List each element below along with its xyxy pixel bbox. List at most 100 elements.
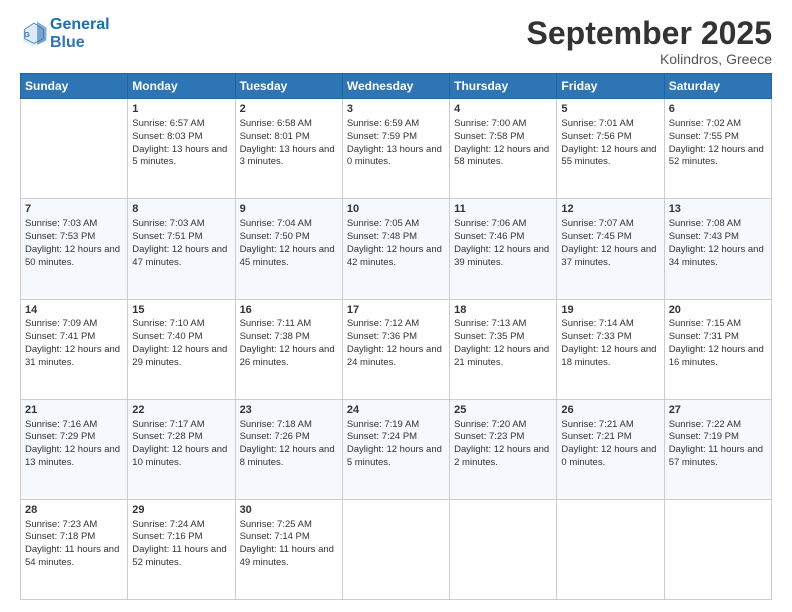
subtitle: Kolindros, Greece (527, 51, 772, 67)
logo-blue: Blue (50, 34, 110, 52)
sunrise-text: Sunrise: 7:14 AM (561, 318, 633, 329)
daylight-text: Daylight: 12 hours and 26 minutes. (240, 344, 335, 368)
sunset-text: Sunset: 7:40 PM (132, 331, 202, 342)
logo-text-block: General Blue (50, 16, 110, 51)
daylight-text: Daylight: 12 hours and 31 minutes. (25, 344, 120, 368)
table-row: 6Sunrise: 7:02 AMSunset: 7:55 PMDaylight… (664, 99, 771, 199)
day-number: 13 (669, 202, 767, 217)
sunset-text: Sunset: 7:31 PM (669, 331, 739, 342)
table-row: 13Sunrise: 7:08 AMSunset: 7:43 PMDayligh… (664, 199, 771, 299)
daylight-text: Daylight: 12 hours and 50 minutes. (25, 244, 120, 268)
svg-text:G: G (24, 30, 30, 39)
sunrise-text: Sunrise: 6:58 AM (240, 118, 312, 129)
sunset-text: Sunset: 7:23 PM (454, 431, 524, 442)
sunset-text: Sunset: 7:26 PM (240, 431, 310, 442)
table-row: 24Sunrise: 7:19 AMSunset: 7:24 PMDayligh… (342, 399, 449, 499)
daylight-text: Daylight: 12 hours and 0 minutes. (561, 444, 656, 468)
month-title: September 2025 (527, 16, 772, 51)
sunrise-text: Sunrise: 7:09 AM (25, 318, 97, 329)
sunrise-text: Sunrise: 7:19 AM (347, 419, 419, 430)
day-number: 8 (132, 202, 230, 217)
day-number: 26 (561, 403, 659, 418)
day-number: 29 (132, 503, 230, 518)
sunrise-text: Sunrise: 6:57 AM (132, 118, 204, 129)
table-row: 4Sunrise: 7:00 AMSunset: 7:58 PMDaylight… (450, 99, 557, 199)
sunrise-text: Sunrise: 7:24 AM (132, 519, 204, 530)
sunset-text: Sunset: 7:36 PM (347, 331, 417, 342)
day-number: 18 (454, 303, 552, 318)
day-number: 21 (25, 403, 123, 418)
sunset-text: Sunset: 7:43 PM (669, 231, 739, 242)
table-row: 11Sunrise: 7:06 AMSunset: 7:46 PMDayligh… (450, 199, 557, 299)
day-number: 20 (669, 303, 767, 318)
col-friday: Friday (557, 74, 664, 99)
table-row: 12Sunrise: 7:07 AMSunset: 7:45 PMDayligh… (557, 199, 664, 299)
day-number: 28 (25, 503, 123, 518)
sunset-text: Sunset: 7:18 PM (25, 531, 95, 542)
sunset-text: Sunset: 7:45 PM (561, 231, 631, 242)
sunrise-text: Sunrise: 7:20 AM (454, 419, 526, 430)
table-row: 9Sunrise: 7:04 AMSunset: 7:50 PMDaylight… (235, 199, 342, 299)
table-row: 18Sunrise: 7:13 AMSunset: 7:35 PMDayligh… (450, 299, 557, 399)
sunrise-text: Sunrise: 7:12 AM (347, 318, 419, 329)
sunset-text: Sunset: 7:38 PM (240, 331, 310, 342)
day-number: 5 (561, 102, 659, 117)
daylight-text: Daylight: 12 hours and 16 minutes. (669, 344, 764, 368)
day-number: 12 (561, 202, 659, 217)
sunset-text: Sunset: 7:53 PM (25, 231, 95, 242)
daylight-text: Daylight: 12 hours and 13 minutes. (25, 444, 120, 468)
daylight-text: Daylight: 13 hours and 0 minutes. (347, 144, 442, 168)
col-thursday: Thursday (450, 74, 557, 99)
calendar-week-row: 1Sunrise: 6:57 AMSunset: 8:03 PMDaylight… (21, 99, 772, 199)
table-row: 1Sunrise: 6:57 AMSunset: 8:03 PMDaylight… (128, 99, 235, 199)
col-tuesday: Tuesday (235, 74, 342, 99)
sunrise-text: Sunrise: 7:04 AM (240, 218, 312, 229)
sunset-text: Sunset: 7:33 PM (561, 331, 631, 342)
sunset-text: Sunset: 7:48 PM (347, 231, 417, 242)
day-number: 15 (132, 303, 230, 318)
day-number: 11 (454, 202, 552, 217)
sunset-text: Sunset: 7:46 PM (454, 231, 524, 242)
table-row: 5Sunrise: 7:01 AMSunset: 7:56 PMDaylight… (557, 99, 664, 199)
calendar-week-row: 14Sunrise: 7:09 AMSunset: 7:41 PMDayligh… (21, 299, 772, 399)
sunrise-text: Sunrise: 7:17 AM (132, 419, 204, 430)
sunrise-text: Sunrise: 7:02 AM (669, 118, 741, 129)
col-monday: Monday (128, 74, 235, 99)
sunrise-text: Sunrise: 7:18 AM (240, 419, 312, 430)
table-row: 21Sunrise: 7:16 AMSunset: 7:29 PMDayligh… (21, 399, 128, 499)
col-wednesday: Wednesday (342, 74, 449, 99)
daylight-text: Daylight: 12 hours and 2 minutes. (454, 444, 549, 468)
sunrise-text: Sunrise: 7:00 AM (454, 118, 526, 129)
daylight-text: Daylight: 12 hours and 24 minutes. (347, 344, 442, 368)
sunset-text: Sunset: 7:16 PM (132, 531, 202, 542)
daylight-text: Daylight: 12 hours and 47 minutes. (132, 244, 227, 268)
daylight-text: Daylight: 12 hours and 21 minutes. (454, 344, 549, 368)
table-row (557, 499, 664, 599)
day-number: 22 (132, 403, 230, 418)
sunrise-text: Sunrise: 7:05 AM (347, 218, 419, 229)
daylight-text: Daylight: 12 hours and 34 minutes. (669, 244, 764, 268)
page: G General Blue September 2025 Kolindros,… (0, 0, 792, 612)
calendar-week-row: 28Sunrise: 7:23 AMSunset: 7:18 PMDayligh… (21, 499, 772, 599)
sunrise-text: Sunrise: 7:25 AM (240, 519, 312, 530)
daylight-text: Daylight: 12 hours and 58 minutes. (454, 144, 549, 168)
day-number: 3 (347, 102, 445, 117)
sunrise-text: Sunrise: 7:03 AM (132, 218, 204, 229)
logo-icon: G (20, 20, 48, 48)
daylight-text: Daylight: 12 hours and 10 minutes. (132, 444, 227, 468)
sunset-text: Sunset: 7:41 PM (25, 331, 95, 342)
day-number: 27 (669, 403, 767, 418)
sunset-text: Sunset: 7:29 PM (25, 431, 95, 442)
daylight-text: Daylight: 13 hours and 3 minutes. (240, 144, 335, 168)
sunset-text: Sunset: 7:56 PM (561, 131, 631, 142)
table-row (450, 499, 557, 599)
sunrise-text: Sunrise: 7:11 AM (240, 318, 312, 329)
day-number: 10 (347, 202, 445, 217)
day-number: 9 (240, 202, 338, 217)
sunrise-text: Sunrise: 7:01 AM (561, 118, 633, 129)
day-number: 23 (240, 403, 338, 418)
day-number: 1 (132, 102, 230, 117)
table-row (664, 499, 771, 599)
sunrise-text: Sunrise: 7:07 AM (561, 218, 633, 229)
day-number: 24 (347, 403, 445, 418)
